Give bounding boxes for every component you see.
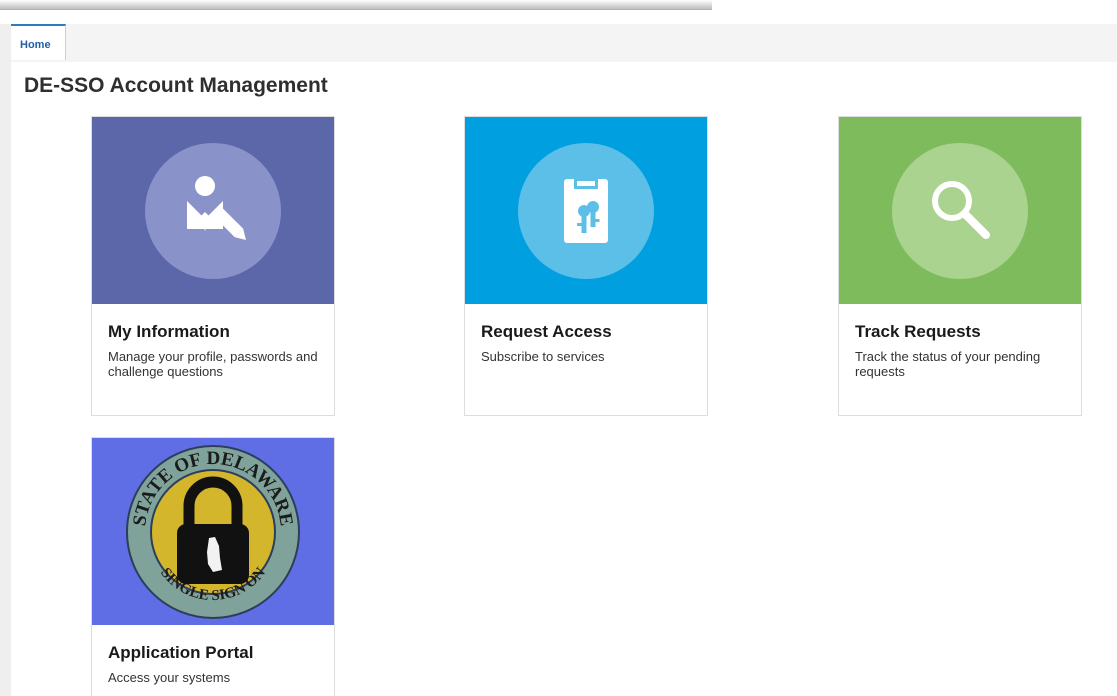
clipboard-keys-icon xyxy=(564,178,608,243)
tile-description: Track the status of your pending request… xyxy=(855,349,1041,379)
tile-description: Manage your profile, passwords and chall… xyxy=(108,349,318,379)
tile-description: Access your systems xyxy=(108,670,231,685)
magnifier-icon xyxy=(932,180,990,239)
tile-title: Track Requests xyxy=(855,322,981,341)
icon-circle xyxy=(518,142,654,279)
user-edit-icon xyxy=(187,175,246,240)
tile-banner xyxy=(465,117,707,304)
tile-banner xyxy=(92,117,334,304)
tile-title: Application Portal xyxy=(108,643,254,662)
left-gutter xyxy=(0,24,11,696)
tile-title: My Information xyxy=(108,322,230,341)
page-title: DE-SSO Account Management xyxy=(24,74,328,97)
tile-application-portal[interactable]: STATE OF DELAWARE SINGLE SIGN ON Applica… xyxy=(91,437,335,696)
tile-description: Subscribe to services xyxy=(481,349,605,364)
tile-banner: STATE OF DELAWARE SINGLE SIGN ON xyxy=(92,438,334,625)
icon-circle xyxy=(892,142,1028,279)
tile-track-requests[interactable]: Track Requests Track the status of your … xyxy=(838,116,1082,416)
tile-banner xyxy=(839,117,1081,304)
tile-request-access[interactable]: Request Access Subscribe to services xyxy=(464,116,708,416)
tab-home[interactable]: Home xyxy=(11,24,66,60)
tile-title: Request Access xyxy=(481,322,612,341)
tab-bar: Home xyxy=(11,24,1117,62)
tile-my-information[interactable]: My Information Manage your profile, pass… xyxy=(91,116,335,416)
icon-circle xyxy=(145,142,281,279)
window-top-edge xyxy=(0,0,712,10)
padlock-seal-icon: STATE OF DELAWARE SINGLE SIGN ON xyxy=(126,444,300,619)
